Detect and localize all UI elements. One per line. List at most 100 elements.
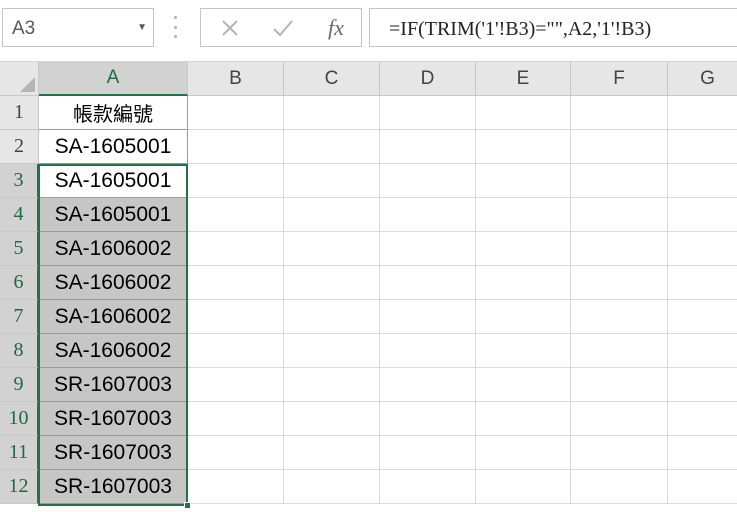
enter-button[interactable]: [258, 9, 308, 46]
cell-c3[interactable]: [284, 164, 380, 198]
cell-e10[interactable]: [476, 402, 571, 436]
cell-c8[interactable]: [284, 334, 380, 368]
cell-b9[interactable]: [188, 368, 284, 402]
row-header-10[interactable]: 10: [0, 402, 39, 436]
cell-e5[interactable]: [476, 232, 571, 266]
row-header-9[interactable]: 9: [0, 368, 39, 402]
cell-d3[interactable]: [380, 164, 476, 198]
cell-g12[interactable]: [668, 470, 737, 504]
cell-b12[interactable]: [188, 470, 284, 504]
cell-g4[interactable]: [668, 198, 737, 232]
cell-a10[interactable]: SR-1607003: [39, 402, 188, 436]
cell-a11[interactable]: SR-1607003: [39, 436, 188, 470]
cell-c10[interactable]: [284, 402, 380, 436]
cell-d6[interactable]: [380, 266, 476, 300]
cell-a3[interactable]: SA-1605001: [39, 164, 188, 198]
cell-f9[interactable]: [571, 368, 668, 402]
cell-g1[interactable]: [668, 96, 737, 130]
cell-e1[interactable]: [476, 96, 571, 130]
cell-e8[interactable]: [476, 334, 571, 368]
cell-b5[interactable]: [188, 232, 284, 266]
cell-b10[interactable]: [188, 402, 284, 436]
cell-a9[interactable]: SR-1607003: [39, 368, 188, 402]
cell-f5[interactable]: [571, 232, 668, 266]
cell-b1[interactable]: [188, 96, 284, 130]
insert-function-button[interactable]: fx: [311, 9, 361, 46]
cell-d2[interactable]: [380, 130, 476, 164]
cell-a1[interactable]: 帳款編號: [39, 96, 188, 130]
column-header-f[interactable]: F: [571, 62, 668, 96]
cell-f2[interactable]: [571, 130, 668, 164]
cell-f12[interactable]: [571, 470, 668, 504]
cell-b11[interactable]: [188, 436, 284, 470]
cell-e2[interactable]: [476, 130, 571, 164]
cell-e7[interactable]: [476, 300, 571, 334]
row-header-11[interactable]: 11: [0, 436, 39, 470]
cell-e12[interactable]: [476, 470, 571, 504]
cell-f7[interactable]: [571, 300, 668, 334]
cell-a12[interactable]: SR-1607003: [39, 470, 188, 504]
cell-d7[interactable]: [380, 300, 476, 334]
cell-e3[interactable]: [476, 164, 571, 198]
cell-e6[interactable]: [476, 266, 571, 300]
cell-c4[interactable]: [284, 198, 380, 232]
cell-a5[interactable]: SA-1606002: [39, 232, 188, 266]
cell-c1[interactable]: [284, 96, 380, 130]
cell-g5[interactable]: [668, 232, 737, 266]
cell-f6[interactable]: [571, 266, 668, 300]
cell-d11[interactable]: [380, 436, 476, 470]
cell-d5[interactable]: [380, 232, 476, 266]
cell-d4[interactable]: [380, 198, 476, 232]
cell-f8[interactable]: [571, 334, 668, 368]
cell-g7[interactable]: [668, 300, 737, 334]
cell-c12[interactable]: [284, 470, 380, 504]
cell-g9[interactable]: [668, 368, 737, 402]
column-header-g[interactable]: G: [668, 62, 737, 96]
cell-g10[interactable]: [668, 402, 737, 436]
column-header-b[interactable]: B: [188, 62, 284, 96]
cell-a8[interactable]: SA-1606002: [39, 334, 188, 368]
cell-g8[interactable]: [668, 334, 737, 368]
cell-d8[interactable]: [380, 334, 476, 368]
cell-f11[interactable]: [571, 436, 668, 470]
cell-g6[interactable]: [668, 266, 737, 300]
row-header-12[interactable]: 12: [0, 470, 39, 504]
column-header-c[interactable]: C: [284, 62, 380, 96]
cell-c5[interactable]: [284, 232, 380, 266]
cell-c11[interactable]: [284, 436, 380, 470]
formula-input[interactable]: =IF(TRIM('1'!B3)="",A2,'1'!B3): [369, 8, 737, 47]
cell-c9[interactable]: [284, 368, 380, 402]
row-header-2[interactable]: 2: [0, 130, 39, 164]
row-header-3[interactable]: 3: [0, 164, 39, 198]
cell-b6[interactable]: [188, 266, 284, 300]
column-header-e[interactable]: E: [476, 62, 571, 96]
cell-c7[interactable]: [284, 300, 380, 334]
cell-f10[interactable]: [571, 402, 668, 436]
select-all-button[interactable]: [0, 62, 39, 96]
cell-g11[interactable]: [668, 436, 737, 470]
cell-a7[interactable]: SA-1606002: [39, 300, 188, 334]
fill-handle[interactable]: [184, 502, 191, 509]
cell-e11[interactable]: [476, 436, 571, 470]
chevron-down-icon[interactable]: ▼: [137, 22, 147, 33]
cell-b2[interactable]: [188, 130, 284, 164]
cell-b4[interactable]: [188, 198, 284, 232]
row-header-8[interactable]: 8: [0, 334, 39, 368]
cell-b8[interactable]: [188, 334, 284, 368]
cell-b7[interactable]: [188, 300, 284, 334]
cell-f1[interactable]: [571, 96, 668, 130]
cell-f4[interactable]: [571, 198, 668, 232]
cell-d12[interactable]: [380, 470, 476, 504]
cell-f3[interactable]: [571, 164, 668, 198]
cell-d1[interactable]: [380, 96, 476, 130]
row-header-1[interactable]: 1: [0, 96, 39, 130]
row-header-5[interactable]: 5: [0, 232, 39, 266]
name-box[interactable]: A3 ▼: [2, 8, 154, 47]
row-header-7[interactable]: 7: [0, 300, 39, 334]
cell-e4[interactable]: [476, 198, 571, 232]
cell-d10[interactable]: [380, 402, 476, 436]
cancel-button[interactable]: [205, 9, 255, 46]
cell-b3[interactable]: [188, 164, 284, 198]
drag-handle-icon[interactable]: [171, 16, 179, 38]
cell-c2[interactable]: [284, 130, 380, 164]
